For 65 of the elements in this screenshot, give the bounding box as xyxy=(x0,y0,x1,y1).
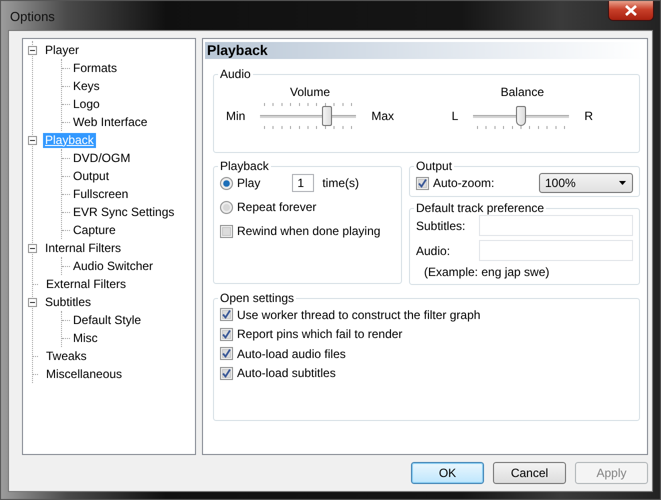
close-icon xyxy=(624,5,638,16)
tree-item[interactable]: Miscellaneous xyxy=(44,366,124,382)
tree-item[interactable]: External Filters xyxy=(44,276,128,292)
checkbox-label: Use worker thread to construct the filter graph xyxy=(237,308,480,322)
tree-item[interactable]: Misc xyxy=(71,330,100,346)
slider-min-label: Min xyxy=(226,109,246,123)
dialog-button[interactable]: Cancel xyxy=(493,462,566,484)
tree-item[interactable]: Player xyxy=(43,42,82,58)
radio-button[interactable] xyxy=(220,200,233,214)
tree-item[interactable]: Keys xyxy=(71,78,102,94)
tree-item[interactable]: Web Interface xyxy=(71,114,150,130)
tree-item[interactable]: Capture xyxy=(71,222,118,238)
checkbox-label: Rewind when done playing xyxy=(237,224,380,238)
dropdown-arrow-icon xyxy=(619,181,626,185)
selected-radio-button[interactable] xyxy=(220,176,233,190)
hint-text: (Example: eng jap swe) xyxy=(423,265,550,279)
input-field[interactable] xyxy=(479,240,633,261)
tree-item[interactable]: Tweaks xyxy=(44,348,89,364)
checked-checkbox[interactable] xyxy=(220,347,233,360)
tree-item[interactable]: EVR Sync Settings xyxy=(71,204,176,220)
slider-min-label: L xyxy=(452,109,458,123)
checked-checkbox[interactable] xyxy=(416,176,429,190)
checkbox-label: Auto-zoom: xyxy=(433,176,494,190)
field-label: Subtitles: xyxy=(416,218,466,232)
tree-item[interactable]: Logo xyxy=(71,96,102,112)
tree-item[interactable]: Output xyxy=(71,168,112,184)
count-field[interactable]: 1 xyxy=(292,174,314,192)
checkbox-label: Auto-load subtitles xyxy=(237,366,336,380)
unit-label: time(s) xyxy=(322,176,360,190)
group-title: Playback xyxy=(219,159,270,173)
tree-item[interactable]: Internal Filters xyxy=(43,240,124,256)
checked-checkbox[interactable] xyxy=(220,308,233,322)
close-button[interactable] xyxy=(608,1,654,21)
slider-label: Balance xyxy=(500,85,544,99)
checked-checkbox[interactable] xyxy=(220,366,233,380)
group-title: Output xyxy=(415,159,454,173)
group-title: Open settings xyxy=(219,291,296,305)
collapse-icon[interactable] xyxy=(28,136,37,144)
checkbox[interactable] xyxy=(220,224,233,238)
group-title: Default track preference xyxy=(415,201,546,215)
dialog-button[interactable]: OK xyxy=(411,462,484,484)
tree-item[interactable]: Fullscreen xyxy=(71,186,130,202)
input-field[interactable] xyxy=(479,215,633,236)
collapse-icon[interactable] xyxy=(28,244,37,252)
checked-checkbox[interactable] xyxy=(220,328,233,341)
slider-max-label: R xyxy=(584,109,593,123)
window-title: Options xyxy=(10,9,55,24)
checkbox-label: Report pins which fail to render xyxy=(237,327,402,342)
tree-item[interactable]: Formats xyxy=(71,60,120,76)
slider-thumb[interactable] xyxy=(516,106,526,126)
collapse-icon[interactable] xyxy=(28,298,37,306)
tree-item[interactable]: Audio Switcher xyxy=(71,258,156,274)
checkbox-label: Auto-load audio files xyxy=(237,346,346,361)
zoom-dropdown[interactable]: 100% xyxy=(539,173,633,193)
slider-thumb[interactable] xyxy=(322,106,332,126)
slider-label: Volume xyxy=(290,85,330,99)
tree-item[interactable]: Subtitles xyxy=(43,294,94,310)
tree-item[interactable]: DVD/OGM xyxy=(71,150,132,166)
tree-item[interactable]: Default Style xyxy=(71,312,144,328)
radio-label: Play xyxy=(237,176,260,190)
radio-label: Repeat forever xyxy=(237,200,316,214)
slider-max-label: Max xyxy=(371,109,394,123)
field-label: Audio: xyxy=(416,244,450,258)
collapse-icon[interactable] xyxy=(28,46,37,54)
group-title: Audio xyxy=(219,67,252,81)
